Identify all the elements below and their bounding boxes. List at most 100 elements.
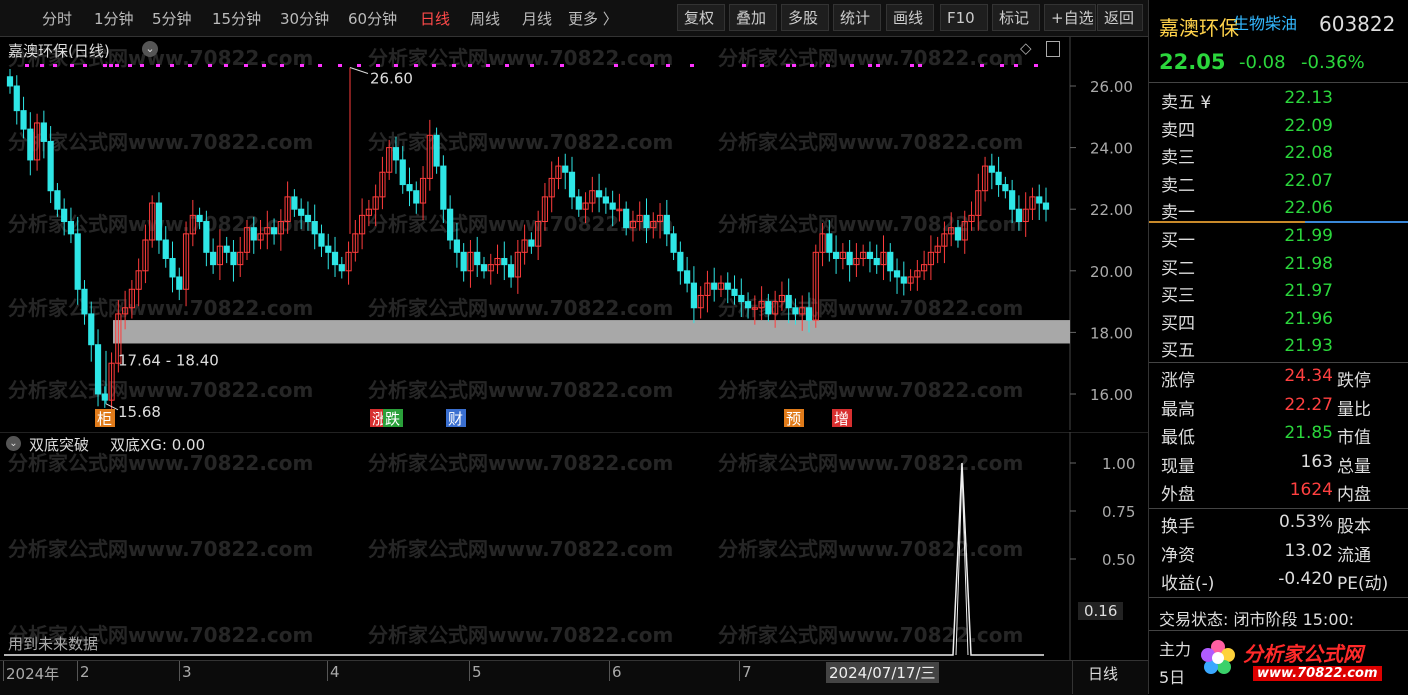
toolbar-button-0[interactable]: 复权 (677, 4, 725, 31)
signal-dot (208, 64, 212, 67)
event-badge[interactable]: 预 (784, 409, 804, 428)
event-badge[interactable]: 增 (832, 409, 852, 428)
orderbook-price[interactable]: 21.96 (1249, 309, 1333, 329)
toolbar-button-6[interactable]: 标记 (992, 4, 1040, 31)
timeframe-7[interactable]: 周线 (470, 8, 500, 29)
timeframe-2[interactable]: 5分钟 (152, 8, 192, 29)
orderbook-price[interactable]: 22.07 (1249, 171, 1333, 191)
toolbar-button-2[interactable]: 多股 (781, 4, 829, 31)
candle-body (575, 196, 582, 210)
orderbook-price[interactable]: 21.98 (1249, 254, 1333, 274)
signal-dot (742, 64, 746, 67)
signal-dot (614, 64, 618, 67)
watermark-text: 分析家公式网www.70822.com (368, 623, 673, 647)
stat-label-2: 跌停 (1337, 371, 1371, 391)
brand-name: 分析家公式网 (1243, 642, 1363, 666)
candle-body (223, 245, 230, 253)
candle-body (609, 202, 616, 210)
timeframe-9[interactable]: 更多 〉 (568, 8, 618, 29)
candle-body (893, 270, 901, 278)
signal-dot (1000, 64, 1004, 67)
candle-body (684, 270, 691, 284)
orderbook-price[interactable]: 22.13 (1249, 88, 1333, 108)
date-tick (179, 661, 180, 681)
orderbook-label: 买四 (1161, 313, 1195, 334)
stat-value: 24.34 (1284, 366, 1333, 386)
signal-dot (170, 64, 174, 67)
candle-body (846, 251, 853, 266)
svg-text:跌: 跌 (385, 410, 400, 428)
candle-body (413, 190, 420, 204)
stat-label-2: 市值 (1337, 428, 1371, 448)
candlestick-chart[interactable]: 26.00 24.00 22.00 20.00 18.00 16.00 分析家公式网www.… (0, 37, 1148, 430)
candle-body (765, 301, 772, 315)
signal-dot (666, 64, 670, 67)
toolbar-button-5[interactable]: F10 (940, 4, 988, 31)
chevron-down-icon[interactable]: ⌄ (6, 436, 21, 451)
candle-body (805, 307, 813, 321)
timeframe-6[interactable]: 日线 (420, 8, 450, 29)
signal-dot (560, 64, 564, 67)
candle-body (88, 313, 95, 346)
stat-value: 13.02 (1284, 540, 1333, 561)
date-tick (327, 661, 328, 681)
main-force-label: 主力 (1159, 640, 1192, 659)
candle-body (440, 165, 447, 210)
sector-name[interactable]: 生物柴油 (1233, 10, 1297, 34)
event-badge[interactable]: 柜 (95, 409, 115, 428)
signal-dot (376, 64, 380, 67)
indicator-panel[interactable]: 1.00 0.75 0.50 分析家公式网www.70822.com 分析家公式网www… (0, 432, 1148, 660)
event-badge[interactable]: 跌 (383, 409, 403, 428)
signal-dot (40, 64, 44, 67)
timeframe-4[interactable]: 30分钟 (280, 8, 329, 29)
panel-toggle-icon[interactable] (1046, 41, 1060, 57)
signal-dot (262, 64, 266, 67)
candle-body (995, 171, 1002, 186)
candle-body (507, 264, 515, 278)
orderbook-price[interactable]: 22.08 (1249, 143, 1333, 163)
date-tick (3, 661, 4, 681)
signal-dot (318, 64, 322, 67)
orderbook-price[interactable]: 22.09 (1249, 116, 1333, 136)
candle-body (291, 196, 298, 210)
price-tick-label: 20.00 (1090, 263, 1133, 281)
candle-body (731, 288, 738, 296)
toolbar-button-7[interactable]: +自选 (1044, 4, 1096, 31)
candle-body (270, 227, 278, 235)
watermark-text: 分析家公式网www.70822.com (8, 378, 313, 402)
signal-dot (452, 64, 456, 67)
event-badge[interactable]: 财 (446, 409, 466, 428)
orderbook-price[interactable]: 21.97 (1249, 281, 1333, 301)
date-tick (77, 661, 78, 681)
orderbook-price[interactable]: 22.06 (1249, 198, 1333, 218)
toolbar-button-3[interactable]: 统计 (833, 4, 881, 31)
candle-body (711, 282, 718, 290)
candle-body (406, 184, 413, 192)
signal-dot (786, 64, 790, 67)
candle-body (230, 251, 237, 266)
candle-body (250, 227, 257, 241)
chevron-down-icon[interactable]: ⌄ (142, 41, 158, 57)
orderbook-price[interactable]: 21.93 (1249, 336, 1333, 356)
timeframe-8[interactable]: 月线 (522, 8, 552, 29)
timeframe-0[interactable]: 分时 (42, 8, 72, 29)
orderbook-label: 卖三 (1161, 148, 1195, 168)
toolbar-button-1[interactable]: 叠加 (729, 4, 777, 31)
orderbook-price[interactable]: 21.99 (1249, 226, 1333, 246)
candle-body (155, 202, 163, 241)
stat-value: 22.27 (1284, 394, 1333, 415)
timeframe-3[interactable]: 15分钟 (212, 8, 261, 29)
timeframe-1[interactable]: 1分钟 (94, 8, 134, 29)
candle-body (988, 165, 995, 173)
stat-value: 1624 (1289, 480, 1333, 500)
diamond-icon[interactable]: ◇ (1020, 39, 1032, 57)
stat-value: 21.85 (1284, 423, 1333, 443)
candle-body (501, 257, 508, 266)
signal-dot (486, 64, 490, 67)
timeframe-5[interactable]: 60分钟 (348, 8, 397, 29)
toolbar-button-4[interactable]: 画线 (886, 4, 934, 31)
period-label[interactable]: 日线 (1088, 663, 1118, 684)
signal-dot (109, 64, 113, 67)
main-chart[interactable]: 26.00 24.00 22.00 20.00 18.00 16.00 分析家公式网www.… (0, 37, 1148, 430)
toolbar-button-8[interactable]: 返回 (1097, 4, 1143, 31)
